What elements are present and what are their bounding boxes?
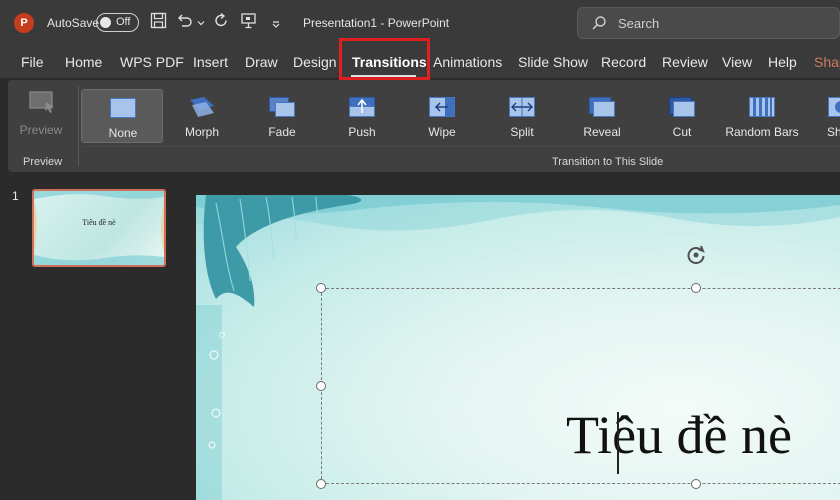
preview-icon xyxy=(29,91,54,113)
search-box[interactable]: Search xyxy=(577,7,840,39)
morph-icon xyxy=(190,97,214,117)
transition-label: Push xyxy=(348,125,376,139)
transition-label: Random Bars xyxy=(725,125,799,139)
redo-icon[interactable] xyxy=(213,12,230,33)
transition-label: Split xyxy=(510,125,534,139)
tab-shape-format[interactable]: Shap xyxy=(814,54,840,70)
tab-slide-show[interactable]: Slide Show xyxy=(518,54,588,70)
shape-icon xyxy=(828,97,840,117)
rotate-handle-icon[interactable] xyxy=(684,243,708,267)
transition-split[interactable]: Split xyxy=(481,89,563,143)
tab-wps-pdf[interactable]: WPS PDF xyxy=(120,54,184,70)
none-icon xyxy=(110,98,136,118)
tab-draw[interactable]: Draw xyxy=(245,54,278,70)
transition-label: Cut xyxy=(672,125,692,139)
undo-icon[interactable] xyxy=(176,12,193,33)
transition-label: Reveal xyxy=(583,125,621,139)
tab-file[interactable]: File xyxy=(21,54,44,70)
transition-none[interactable]: None xyxy=(81,89,163,143)
transition-shape[interactable]: Sh xyxy=(801,89,840,143)
resize-handle-left[interactable] xyxy=(316,381,326,391)
tab-animations[interactable]: Animations xyxy=(433,54,502,70)
tab-record[interactable]: Record xyxy=(601,54,646,70)
tab-help[interactable]: Help xyxy=(768,54,797,70)
search-icon xyxy=(592,16,606,30)
reveal-icon xyxy=(589,97,615,117)
ribbon-body: Preview Preview Transition to This Slide… xyxy=(8,80,840,172)
autosave-state: Off xyxy=(116,16,131,28)
preview-label: Preview xyxy=(19,123,63,137)
annotation-highlight-box xyxy=(339,38,430,80)
text-cursor xyxy=(617,412,619,474)
transition-wipe[interactable]: Wipe xyxy=(401,89,483,143)
group-divider xyxy=(84,146,840,147)
transition-fade[interactable]: Fade xyxy=(241,89,323,143)
cut-icon xyxy=(669,97,695,117)
transition-label: Wipe xyxy=(428,125,456,139)
slide-title-text[interactable]: Tiêu đề nè xyxy=(566,404,792,466)
thumbnail-decoration xyxy=(34,191,164,265)
autosave-toggle[interactable]: Off xyxy=(96,13,139,32)
transition-label: Sh xyxy=(827,125,840,139)
slide-thumbnail[interactable]: Tiêu đề nè xyxy=(32,189,166,267)
group-separator xyxy=(78,86,79,166)
tab-review[interactable]: Review xyxy=(662,54,708,70)
resize-handle-bottom-left[interactable] xyxy=(316,479,326,489)
customize-toolbar-icon[interactable] xyxy=(271,16,281,33)
transition-push[interactable]: Push xyxy=(321,89,403,143)
resize-handle-bottom[interactable] xyxy=(691,479,701,489)
transition-label: Morph xyxy=(184,125,219,139)
wipe-icon xyxy=(429,97,455,117)
push-icon xyxy=(349,97,375,117)
toggle-knob xyxy=(100,17,111,28)
document-title: Presentation1 - PowerPoint xyxy=(303,16,450,30)
slide-number: 1 xyxy=(12,189,19,203)
tab-insert[interactable]: Insert xyxy=(193,54,228,70)
split-icon xyxy=(509,97,535,117)
tab-view[interactable]: View xyxy=(722,54,752,70)
tab-design[interactable]: Design xyxy=(293,54,337,70)
fade-icon xyxy=(269,97,295,117)
transition-morph[interactable]: Morph xyxy=(161,89,243,143)
random-bars-icon xyxy=(749,97,775,117)
preview-button[interactable]: Preview xyxy=(8,86,74,148)
transition-reveal[interactable]: Reveal xyxy=(561,89,643,143)
group-label-preview: Preview xyxy=(23,156,63,168)
search-placeholder: Search xyxy=(618,16,660,31)
tab-home[interactable]: Home xyxy=(65,54,102,70)
undo-dropdown-icon[interactable] xyxy=(197,14,205,31)
transition-cut[interactable]: Cut xyxy=(641,89,723,143)
powerpoint-logo-icon: P xyxy=(14,13,34,33)
powerpoint-window: P AutoSave Off Presentation1 - PowerPoin… xyxy=(0,0,840,500)
slide-thumbnail-pane: 1 Tiêu đề nè xyxy=(0,173,186,500)
present-icon[interactable] xyxy=(240,12,257,33)
group-label-transition: Transition to This Slide xyxy=(552,156,664,168)
transition-label: Fade xyxy=(268,125,296,139)
thumbnail-title: Tiêu đề nè xyxy=(82,218,116,227)
transition-label: None xyxy=(108,126,138,140)
resize-handle-top-left[interactable] xyxy=(316,283,326,293)
resize-handle-top[interactable] xyxy=(691,283,701,293)
autosave-label: AutoSave xyxy=(47,16,100,30)
save-icon[interactable] xyxy=(150,12,167,33)
transition-random-bars[interactable]: Random Bars xyxy=(721,89,803,143)
